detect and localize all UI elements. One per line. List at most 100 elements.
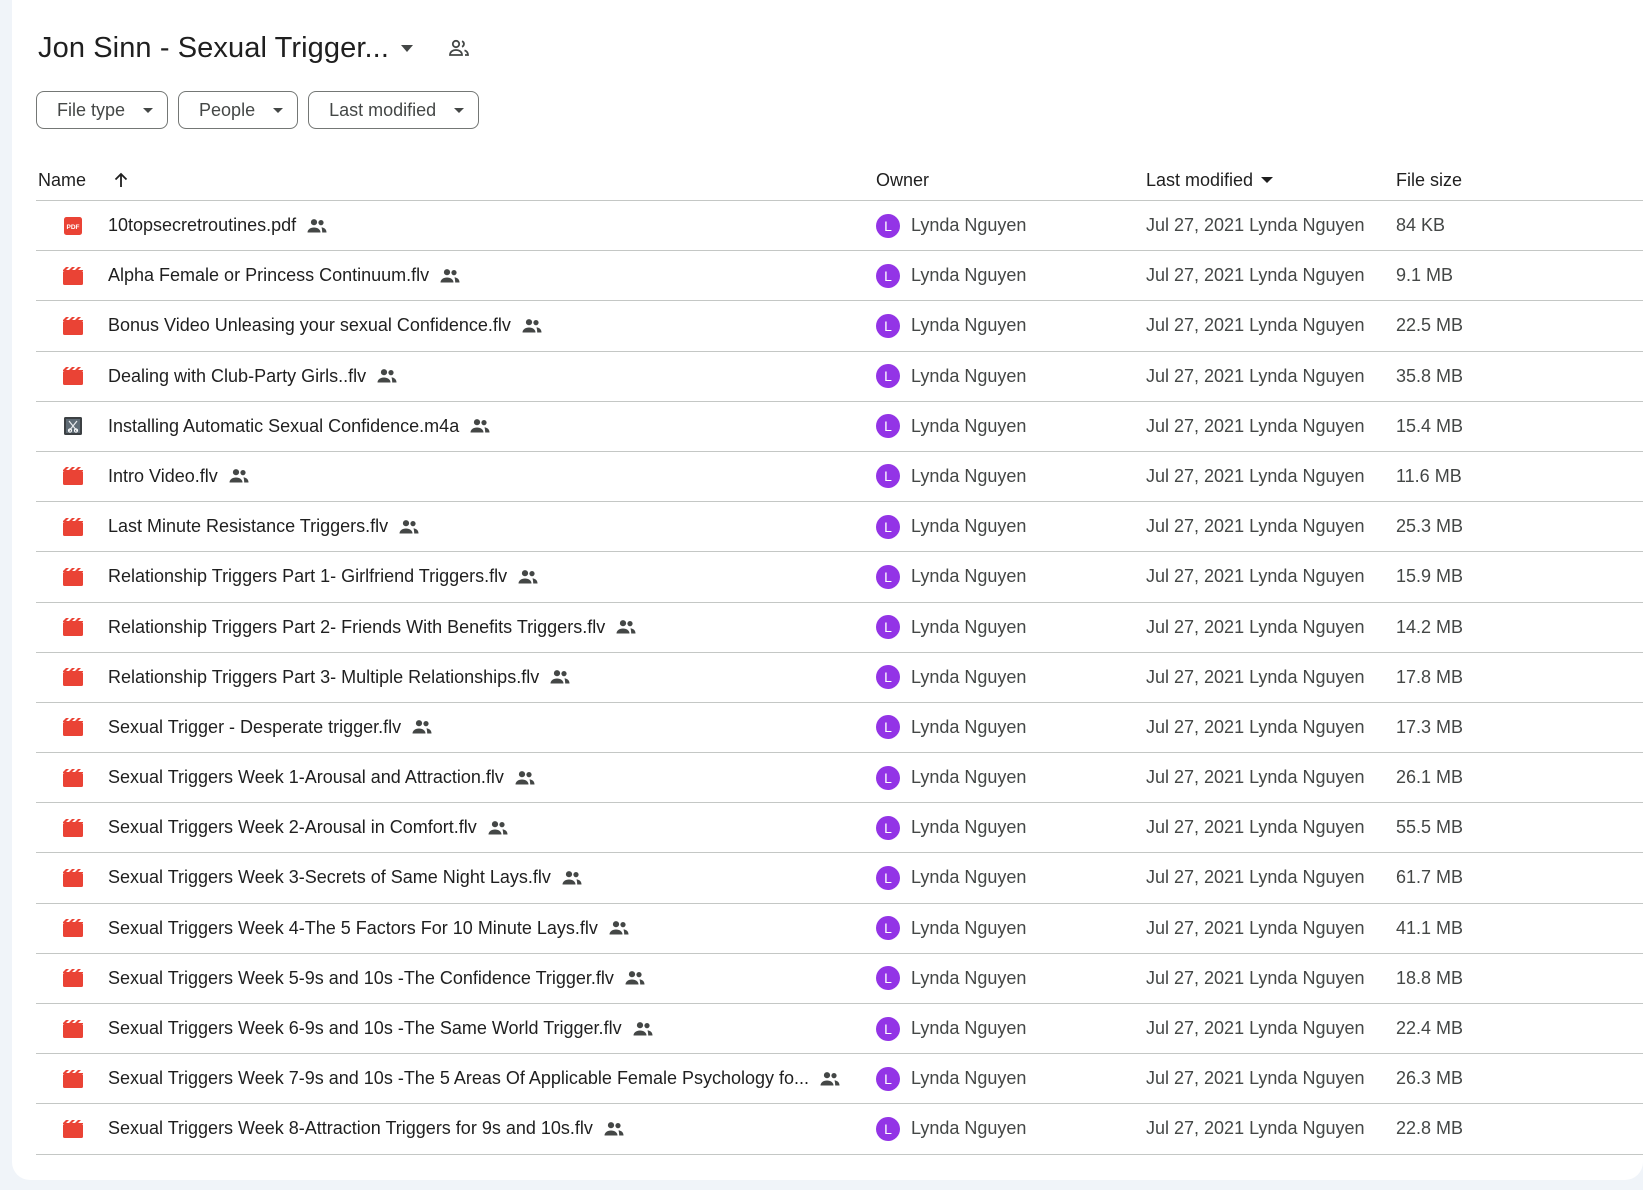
avatar: L: [876, 213, 900, 238]
file-name[interactable]: Sexual Triggers Week 8-Attraction Trigge…: [108, 1118, 593, 1139]
file-row[interactable]: Sexual Triggers Week 3-Secrets of Same N…: [36, 853, 1643, 904]
file-size-header-label: File size: [1396, 169, 1463, 190]
owner-cell: L Lynda Nguyen: [876, 603, 1026, 652]
file-row[interactable]: Bonus Video Unleasing your sexual Confid…: [36, 301, 1643, 352]
folder-title[interactable]: Jon Sinn - Sexual Trigger...: [38, 32, 389, 65]
file-name-cell[interactable]: Intro Video.flv: [108, 452, 250, 501]
file-row[interactable]: PDF 10topsecretroutines.pdf L Lynda Nguyen J…: [36, 201, 1643, 252]
file-name-cell[interactable]: Bonus Video Unleasing your sexual Confid…: [108, 301, 543, 350]
file-row[interactable]: Intro Video.flv L Lynda Nguyen Jul 27, 2021…: [36, 452, 1643, 503]
file-name-cell[interactable]: Sexual Triggers Week 2-Arousal in Comfor…: [108, 803, 509, 852]
file-row[interactable]: Sexual Triggers Week 7-9s and 10s -The 5…: [36, 1054, 1643, 1105]
file-row[interactable]: Installing Automatic Sexual Confidence.m…: [36, 402, 1643, 452]
file-name[interactable]: Alpha Female or Princess Continuum.flv: [108, 265, 429, 286]
file-row[interactable]: Sexual Triggers Week 2-Arousal in Comfor…: [36, 803, 1643, 854]
file-name-cell[interactable]: Sexual Triggers Week 6-9s and 10s -The S…: [108, 1004, 654, 1053]
file-name-cell[interactable]: Relationship Triggers Part 2- Friends Wi…: [108, 603, 637, 652]
chevron-down-icon[interactable]: [400, 44, 413, 52]
file-name[interactable]: Dealing with Club-Party Girls..flv: [108, 366, 366, 387]
file-name[interactable]: Sexual Triggers Week 2-Arousal in Comfor…: [108, 817, 477, 838]
name-column-header[interactable]: Name: [38, 160, 130, 200]
file-name[interactable]: Bonus Video Unleasing your sexual Confid…: [108, 315, 511, 336]
file-name-cell[interactable]: Dealing with Club-Party Girls..flv: [108, 352, 398, 401]
folder-header: Jon Sinn - Sexual Trigger...: [38, 28, 471, 68]
sort-descending-icon[interactable]: [1261, 177, 1274, 183]
file-type-filter[interactable]: File type: [36, 91, 169, 129]
last-modified-cell: Jul 27, 2021 Lynda Nguyen: [1146, 767, 1365, 788]
file-name[interactable]: Relationship Triggers Part 1- Girlfriend…: [108, 566, 507, 587]
file-name[interactable]: Sexual Triggers Week 5-9s and 10s -The C…: [108, 968, 614, 989]
file-name-cell[interactable]: Last Minute Resistance Triggers.flv: [108, 502, 420, 551]
last-modified-cell: Jul 27, 2021 Lynda Nguyen: [1146, 1068, 1365, 1089]
file-name[interactable]: Installing Automatic Sexual Confidence.m…: [108, 416, 459, 437]
file-name-cell[interactable]: Relationship Triggers Part 1- Girlfriend…: [108, 552, 539, 601]
video-icon: [62, 904, 84, 953]
sort-ascending-icon[interactable]: [112, 171, 130, 189]
video-icon: [62, 552, 84, 601]
file-name[interactable]: Sexual Triggers Week 4-The 5 Factors For…: [108, 918, 598, 939]
video-icon: [62, 853, 84, 902]
owner-name: Lynda Nguyen: [911, 616, 1027, 637]
file-row[interactable]: Sexual Triggers Week 8-Attraction Trigge…: [36, 1104, 1643, 1155]
file-name[interactable]: Relationship Triggers Part 2- Friends Wi…: [108, 617, 605, 638]
file-size-cell: 22.4 MB: [1396, 1018, 1464, 1038]
file-name-cell[interactable]: Alpha Female or Princess Continuum.flv: [108, 251, 461, 300]
shared-icon: [514, 770, 536, 786]
file-row[interactable]: Sexual Trigger - Desperate trigger.flv L L…: [36, 703, 1643, 754]
file-name[interactable]: Sexual Triggers Week 3-Secrets of Same N…: [108, 867, 551, 888]
file-name-cell[interactable]: 10topsecretroutines.pdf: [108, 201, 328, 250]
file-row[interactable]: Relationship Triggers Part 3- Multiple R…: [36, 653, 1643, 703]
file-name-cell[interactable]: Sexual Triggers Week 7-9s and 10s -The 5…: [108, 1054, 841, 1103]
last-modified-cell: Jul 27, 2021 Lynda Nguyen: [1146, 967, 1365, 988]
shared-folder-icon[interactable]: [447, 36, 471, 60]
file-size-cell: 26.1 MB: [1396, 767, 1464, 788]
file-name[interactable]: Relationship Triggers Part 3- Multiple R…: [108, 667, 539, 688]
avatar: L: [876, 263, 900, 288]
owner-cell: L Lynda Nguyen: [876, 1104, 1026, 1153]
file-name-cell[interactable]: Sexual Triggers Week 1-Arousal and Attra…: [108, 753, 536, 802]
last-modified-cell: Jul 27, 2021 Lynda Nguyen: [1146, 415, 1365, 436]
file-name[interactable]: Sexual Triggers Week 6-9s and 10s -The S…: [108, 1018, 622, 1039]
file-name[interactable]: Sexual Trigger - Desperate trigger.flv: [108, 717, 401, 738]
file-name[interactable]: Sexual Triggers Week 7-9s and 10s -The 5…: [108, 1068, 809, 1089]
dropdown-arrow-icon: [454, 107, 465, 113]
file-row[interactable]: Alpha Female or Princess Continuum.flv L L…: [36, 251, 1643, 302]
people-filter[interactable]: People: [178, 91, 299, 129]
file-name[interactable]: Last Minute Resistance Triggers.flv: [108, 516, 388, 537]
video-icon: [62, 954, 84, 1003]
video-icon: [62, 1054, 84, 1103]
last-modified-filter[interactable]: Last modified: [308, 91, 480, 129]
owner-cell: L Lynda Nguyen: [876, 803, 1026, 852]
file-name-cell[interactable]: Relationship Triggers Part 3- Multiple R…: [108, 653, 571, 702]
last-modified-cell: Jul 27, 2021 Lynda Nguyen: [1146, 566, 1365, 587]
file-row[interactable]: Sexual Triggers Week 6-9s and 10s -The S…: [36, 1004, 1643, 1055]
last-modified-cell: Jul 27, 2021 Lynda Nguyen: [1146, 365, 1365, 386]
file-size-cell: 15.4 MB: [1396, 415, 1464, 436]
file-name-cell[interactable]: Installing Automatic Sexual Confidence.m…: [108, 402, 491, 451]
file-name[interactable]: Intro Video.flv: [108, 466, 218, 487]
file-row[interactable]: Relationship Triggers Part 1- Girlfriend…: [36, 552, 1643, 603]
file-row[interactable]: Sexual Triggers Week 5-9s and 10s -The C…: [36, 954, 1643, 1004]
file-name-cell[interactable]: Sexual Triggers Week 5-9s and 10s -The C…: [108, 954, 646, 1003]
file-row[interactable]: Sexual Triggers Week 4-The 5 Factors For…: [36, 904, 1643, 954]
avatar: L: [876, 1116, 900, 1141]
file-row[interactable]: Sexual Triggers Week 1-Arousal and Attra…: [36, 753, 1643, 804]
last-modified-cell: Jul 27, 2021 Lynda Nguyen: [1146, 616, 1365, 637]
owner-column-header[interactable]: Owner: [876, 160, 929, 200]
file-name[interactable]: Sexual Triggers Week 1-Arousal and Attra…: [108, 767, 504, 788]
file-name-cell[interactable]: Sexual Triggers Week 4-The 5 Factors For…: [108, 904, 630, 953]
file-row[interactable]: Relationship Triggers Part 2- Friends Wi…: [36, 603, 1643, 653]
owner-name: Lynda Nguyen: [911, 767, 1027, 788]
file-name-cell[interactable]: Sexual Triggers Week 8-Attraction Trigge…: [108, 1104, 625, 1153]
owner-name: Lynda Nguyen: [911, 215, 1027, 235]
file-row[interactable]: Last Minute Resistance Triggers.flv L Lynd…: [36, 502, 1643, 553]
file-size-column-header[interactable]: File size: [1396, 160, 1462, 200]
file-name-cell[interactable]: Sexual Triggers Week 3-Secrets of Same N…: [108, 853, 583, 902]
file-name[interactable]: 10topsecretroutines.pdf: [108, 215, 296, 236]
video-icon: [62, 653, 84, 702]
file-row[interactable]: Dealing with Club-Party Girls..flv L Lynda…: [36, 352, 1643, 402]
avatar: L: [876, 1016, 900, 1041]
file-name-cell[interactable]: Sexual Trigger - Desperate trigger.flv: [108, 703, 433, 752]
last-modified-column-header[interactable]: Last modified: [1146, 160, 1274, 200]
owner-cell: L Lynda Nguyen: [876, 502, 1026, 551]
